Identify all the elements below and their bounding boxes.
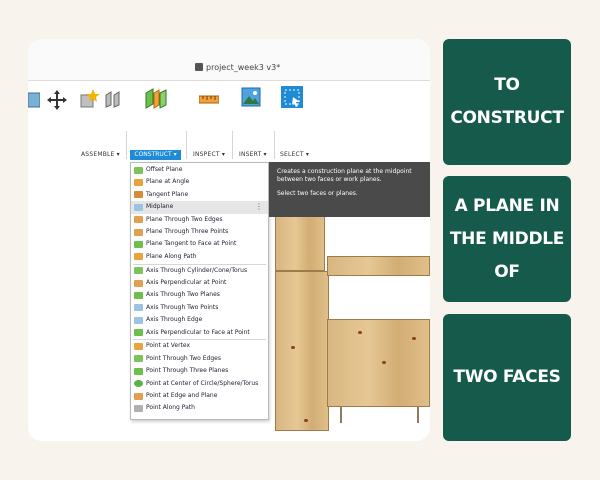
new-component-icon[interactable] bbox=[78, 87, 100, 109]
toolbar-divider bbox=[126, 131, 127, 159]
plane-along-path-icon bbox=[134, 253, 143, 261]
insert-image-icon[interactable] bbox=[241, 87, 261, 107]
axis-two-planes-icon bbox=[134, 291, 143, 299]
window-title: project_week3 v3* bbox=[206, 63, 281, 72]
table-leg bbox=[340, 407, 342, 423]
menu-item-plane-at-angle[interactable]: Plane at Angle bbox=[131, 176, 268, 188]
tooltip-instruction: Select two faces or planes. bbox=[277, 190, 358, 197]
wood-knot bbox=[291, 346, 295, 349]
construct-menu: Offset Plane Plane at Angle Tangent Plan… bbox=[130, 162, 269, 420]
wood-knot bbox=[412, 337, 416, 340]
table-leg bbox=[417, 407, 419, 423]
point-vertex-icon bbox=[134, 342, 143, 350]
caption-text-2b: THE MIDDLE OF bbox=[449, 228, 565, 282]
offset-plane-icon bbox=[134, 166, 143, 174]
group-select-label[interactable]: SELECT ▾ bbox=[280, 151, 309, 158]
toolbar-divider bbox=[274, 131, 275, 159]
group-assemble-label[interactable]: ASSEMBLE ▾ bbox=[81, 151, 120, 158]
axis-perp-face-icon bbox=[134, 329, 143, 337]
select-window-icon[interactable] bbox=[281, 86, 303, 108]
offset-plane-icon[interactable] bbox=[144, 87, 168, 109]
title-bar: project_week3 v3* bbox=[28, 39, 430, 81]
tooltip-description: Creates a construction plane at the midp… bbox=[277, 168, 412, 183]
wood-knot bbox=[382, 361, 386, 364]
menu-item-offset-plane[interactable]: Offset Plane bbox=[131, 164, 268, 176]
caption-text-3: TWO FACES bbox=[453, 367, 561, 387]
axis-two-points-icon bbox=[134, 304, 143, 312]
menu-item-axis-edge[interactable]: Axis Through Edge bbox=[131, 314, 268, 326]
toolbar: ASSEMBLE ▾ CONSTRUCT ▾ INSPECT ▾ INSERT … bbox=[28, 81, 430, 161]
caption-box-3: TWO FACES bbox=[443, 314, 571, 441]
menu-item-axis-perp-point[interactable]: Axis Perpendicular at Point bbox=[131, 277, 268, 289]
app-screenshot: project_week3 v3* ASSEMBLE ▾ CONSTRUCT ▾ bbox=[28, 39, 430, 441]
plane-angle-icon bbox=[134, 178, 143, 186]
caption-text-2a: A PLANE IN bbox=[454, 195, 560, 216]
wood-knot bbox=[304, 419, 308, 422]
menu-item-plane-three-points[interactable]: Plane Through Three Points bbox=[131, 226, 268, 238]
menu-item-point-three-planes[interactable]: Point Through Three Planes bbox=[131, 365, 268, 377]
construct-dropdown-button[interactable]: CONSTRUCT ▾ bbox=[130, 150, 181, 160]
wood-shelf-board bbox=[327, 256, 430, 276]
menu-item-axis-two-points[interactable]: Axis Through Two Points bbox=[131, 302, 268, 314]
caption-text-1: TO CONSTRUCT bbox=[450, 75, 564, 128]
menu-item-axis-two-planes[interactable]: Axis Through Two Planes bbox=[131, 289, 268, 301]
caption-box-1: TO CONSTRUCT bbox=[443, 39, 571, 165]
menu-item-midplane[interactable]: Midplane ⋮ bbox=[131, 201, 268, 214]
point-center-circle-icon bbox=[134, 380, 143, 388]
group-inspect-label[interactable]: INSPECT ▾ bbox=[193, 151, 225, 158]
caption-box-2: A PLANE IN THE MIDDLE OF bbox=[443, 176, 571, 302]
midplane-tooltip: Creates a construction plane at the midp… bbox=[269, 162, 430, 217]
axis-edge-icon bbox=[134, 316, 143, 324]
wood-front-panel bbox=[327, 319, 430, 407]
toolbar-divider bbox=[232, 131, 233, 159]
joint-icon[interactable] bbox=[103, 89, 123, 109]
measure-ruler-icon[interactable] bbox=[199, 93, 219, 105]
axis-cylinder-icon bbox=[134, 267, 143, 275]
wood-side-panel bbox=[275, 271, 329, 431]
solid-box-icon[interactable] bbox=[28, 91, 40, 109]
midplane-icon bbox=[134, 203, 143, 211]
menu-item-plane-two-edges[interactable]: Plane Through Two Edges bbox=[131, 214, 268, 226]
menu-item-point-center-circle[interactable]: Point at Center of Circle/Sphere/Torus bbox=[131, 378, 268, 390]
document-icon bbox=[195, 63, 203, 71]
group-insert-label[interactable]: INSERT ▾ bbox=[239, 151, 267, 158]
plane-three-points-icon bbox=[134, 228, 143, 236]
menu-item-point-along-path[interactable]: Point Along Path bbox=[131, 402, 268, 414]
more-options-icon[interactable]: ⋮ bbox=[255, 201, 263, 213]
menu-item-tangent-plane[interactable]: Tangent Plane bbox=[131, 189, 268, 201]
point-three-planes-icon bbox=[134, 367, 143, 375]
menu-item-point-two-edges[interactable]: Point Through Two Edges bbox=[131, 353, 268, 365]
menu-item-plane-along-path[interactable]: Plane Along Path bbox=[131, 251, 268, 263]
menu-item-plane-tangent-face[interactable]: Plane Tangent to Face at Point bbox=[131, 238, 268, 250]
menu-item-axis-perp-face[interactable]: Axis Perpendicular to Face at Point bbox=[131, 327, 268, 339]
point-edge-plane-icon bbox=[134, 392, 143, 400]
menu-item-point-vertex[interactable]: Point at Vertex bbox=[131, 340, 268, 352]
plane-tangent-face-icon bbox=[134, 240, 143, 248]
point-along-path-icon bbox=[134, 404, 143, 412]
toolbar-divider bbox=[186, 131, 187, 159]
menu-item-point-edge-plane[interactable]: Point at Edge and Plane bbox=[131, 390, 268, 402]
move-arrows-icon[interactable] bbox=[46, 89, 68, 111]
point-two-edges-icon bbox=[134, 355, 143, 363]
axis-perp-point-icon bbox=[134, 279, 143, 287]
tangent-plane-icon bbox=[134, 191, 143, 199]
wood-knot bbox=[358, 331, 362, 334]
menu-item-axis-cylinder[interactable]: Axis Through Cylinder/Cone/Torus bbox=[131, 265, 268, 277]
plane-two-edges-icon bbox=[134, 216, 143, 224]
